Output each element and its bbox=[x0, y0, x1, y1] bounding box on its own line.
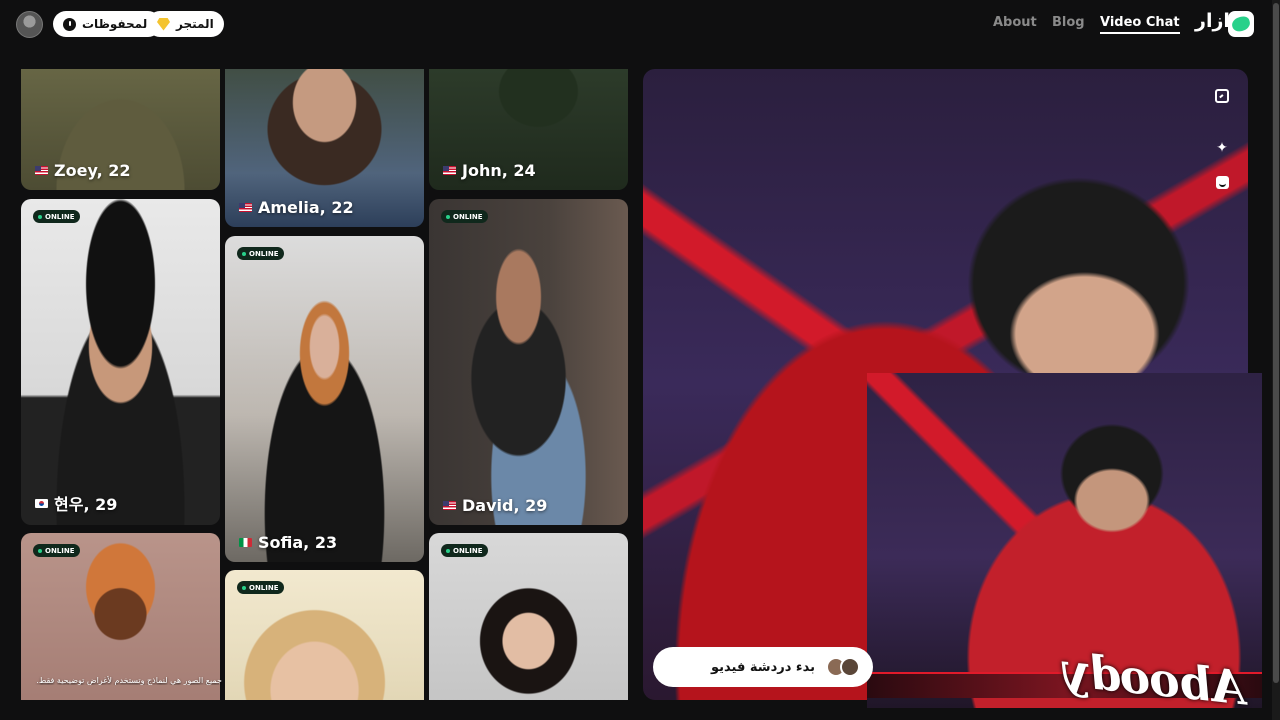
profile-card[interactable]: ONLINE Sofia, 23 bbox=[225, 236, 424, 562]
profile-name: Zoey, 22 bbox=[54, 161, 131, 180]
us-flag-icon bbox=[239, 203, 252, 212]
face-filter-icon[interactable] bbox=[1211, 171, 1233, 193]
top-bar: المحفوظات المتجر About Blog Video Chat ا… bbox=[0, 0, 1280, 48]
online-badge: ONLINE bbox=[33, 544, 80, 557]
watermark-logo: Aboody bbox=[1061, 642, 1249, 708]
store-label: المتجر bbox=[176, 17, 214, 31]
profile-card[interactable]: Amelia, 22 bbox=[225, 69, 424, 227]
clock-icon bbox=[63, 17, 76, 31]
saved-label: المحفوظات bbox=[82, 17, 152, 31]
kr-flag-icon bbox=[35, 498, 48, 508]
magic-wand-icon[interactable]: ✦ bbox=[1211, 137, 1233, 159]
scrollbar-thumb[interactable] bbox=[1273, 3, 1279, 683]
profile-card[interactable]: John, 24 bbox=[429, 69, 628, 190]
user-avatar[interactable] bbox=[16, 11, 43, 38]
profile-card[interactable]: ONLINE bbox=[429, 533, 628, 700]
brand-name[interactable]: ازار bbox=[1195, 10, 1230, 32]
scrollbar[interactable] bbox=[1272, 0, 1280, 720]
profile-name: Sofia, 23 bbox=[258, 533, 338, 552]
us-flag-icon bbox=[443, 501, 456, 510]
online-badge: ONLINE bbox=[441, 544, 488, 557]
profile-name: John, 24 bbox=[462, 161, 536, 180]
nav-about[interactable]: About bbox=[993, 15, 1037, 30]
us-flag-icon bbox=[35, 166, 48, 175]
us-flag-icon bbox=[443, 166, 456, 175]
online-badge: ONLINE bbox=[237, 581, 284, 594]
profile-card[interactable]: ONLINE bbox=[21, 533, 220, 700]
self-video: Aboody bbox=[867, 373, 1262, 708]
online-badge: ONLINE bbox=[33, 210, 80, 223]
profile-name: 현우, 29 bbox=[54, 495, 118, 514]
profile-card[interactable]: ONLINE bbox=[225, 570, 424, 700]
online-badge: ONLINE bbox=[237, 247, 284, 260]
store-button[interactable]: المتجر bbox=[147, 11, 224, 37]
disclaimer-text: جميع الصور هي لنماذج وتستخدم لأغراض توضي… bbox=[36, 676, 222, 685]
nav-video-chat[interactable]: Video Chat bbox=[1100, 15, 1180, 34]
profile-card[interactable]: ONLINE David, 29 bbox=[429, 199, 628, 525]
avatar-stack bbox=[826, 657, 860, 677]
profile-grid: Zoey, 22 Amelia, 22 John, 24 ONLINE 현우, … bbox=[21, 69, 628, 700]
online-badge: ONLINE bbox=[441, 210, 488, 223]
saved-button[interactable]: المحفوظات bbox=[53, 11, 162, 37]
expand-icon[interactable] bbox=[1211, 85, 1233, 107]
profile-card[interactable]: Zoey, 22 bbox=[21, 69, 220, 190]
profile-card[interactable]: ONLINE 현우, 29 bbox=[21, 199, 220, 525]
start-video-chat-label: بدء دردشة فيديو bbox=[711, 659, 815, 675]
profile-name: David, 29 bbox=[462, 496, 548, 515]
it-flag-icon bbox=[239, 538, 252, 547]
diamond-icon bbox=[157, 17, 170, 31]
nav-blog[interactable]: Blog bbox=[1052, 15, 1085, 30]
profile-name: Amelia, 22 bbox=[258, 198, 354, 217]
brand-logo-icon[interactable] bbox=[1228, 11, 1254, 37]
